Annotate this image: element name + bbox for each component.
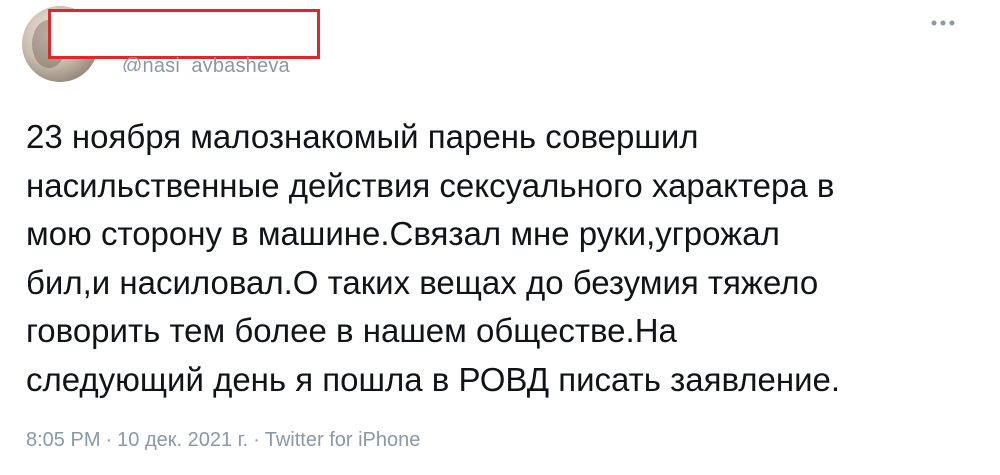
tweet-text-line: следующий день я пошла в РОВД писать зая… bbox=[26, 360, 841, 398]
ellipsis-icon bbox=[931, 20, 955, 26]
tweet-text-line: мою сторону в машине.Связал мне руки,угр… bbox=[26, 215, 780, 253]
tweet-meta: 8:05 PM · 10 дек. 2021 г. · Twitter for iPho… bbox=[26, 428, 420, 452]
meta-separator: · bbox=[105, 429, 113, 451]
meta-separator: · bbox=[253, 429, 260, 451]
tweet-text-line: говорить тем более в нашем обществе.На bbox=[26, 312, 677, 350]
tweet-card: @nasi_aybasheva 23 ноября малознакомый п… bbox=[0, 0, 1000, 475]
user-handle[interactable]: @nasi_aybasheva bbox=[122, 56, 290, 72]
tweet-text-line: 23 ноября малознакомый парень совершил bbox=[26, 118, 699, 155]
tweet-text: 23 ноября малознакомый парень совершил н… bbox=[26, 113, 956, 405]
more-options-button[interactable] bbox=[928, 8, 958, 38]
tweet-text-line: насильственные действия сексуального хар… bbox=[26, 166, 835, 204]
tweet-text-line: бил,и насиловал.О таких вещах до безумия… bbox=[26, 263, 819, 301]
redaction-box bbox=[48, 9, 320, 59]
tweet-time[interactable]: 8:05 PM bbox=[26, 429, 100, 451]
tweet-source-link[interactable]: Twitter for iPhone bbox=[265, 429, 421, 451]
tweet-date[interactable]: 10 дек. 2021 г. bbox=[117, 429, 248, 451]
